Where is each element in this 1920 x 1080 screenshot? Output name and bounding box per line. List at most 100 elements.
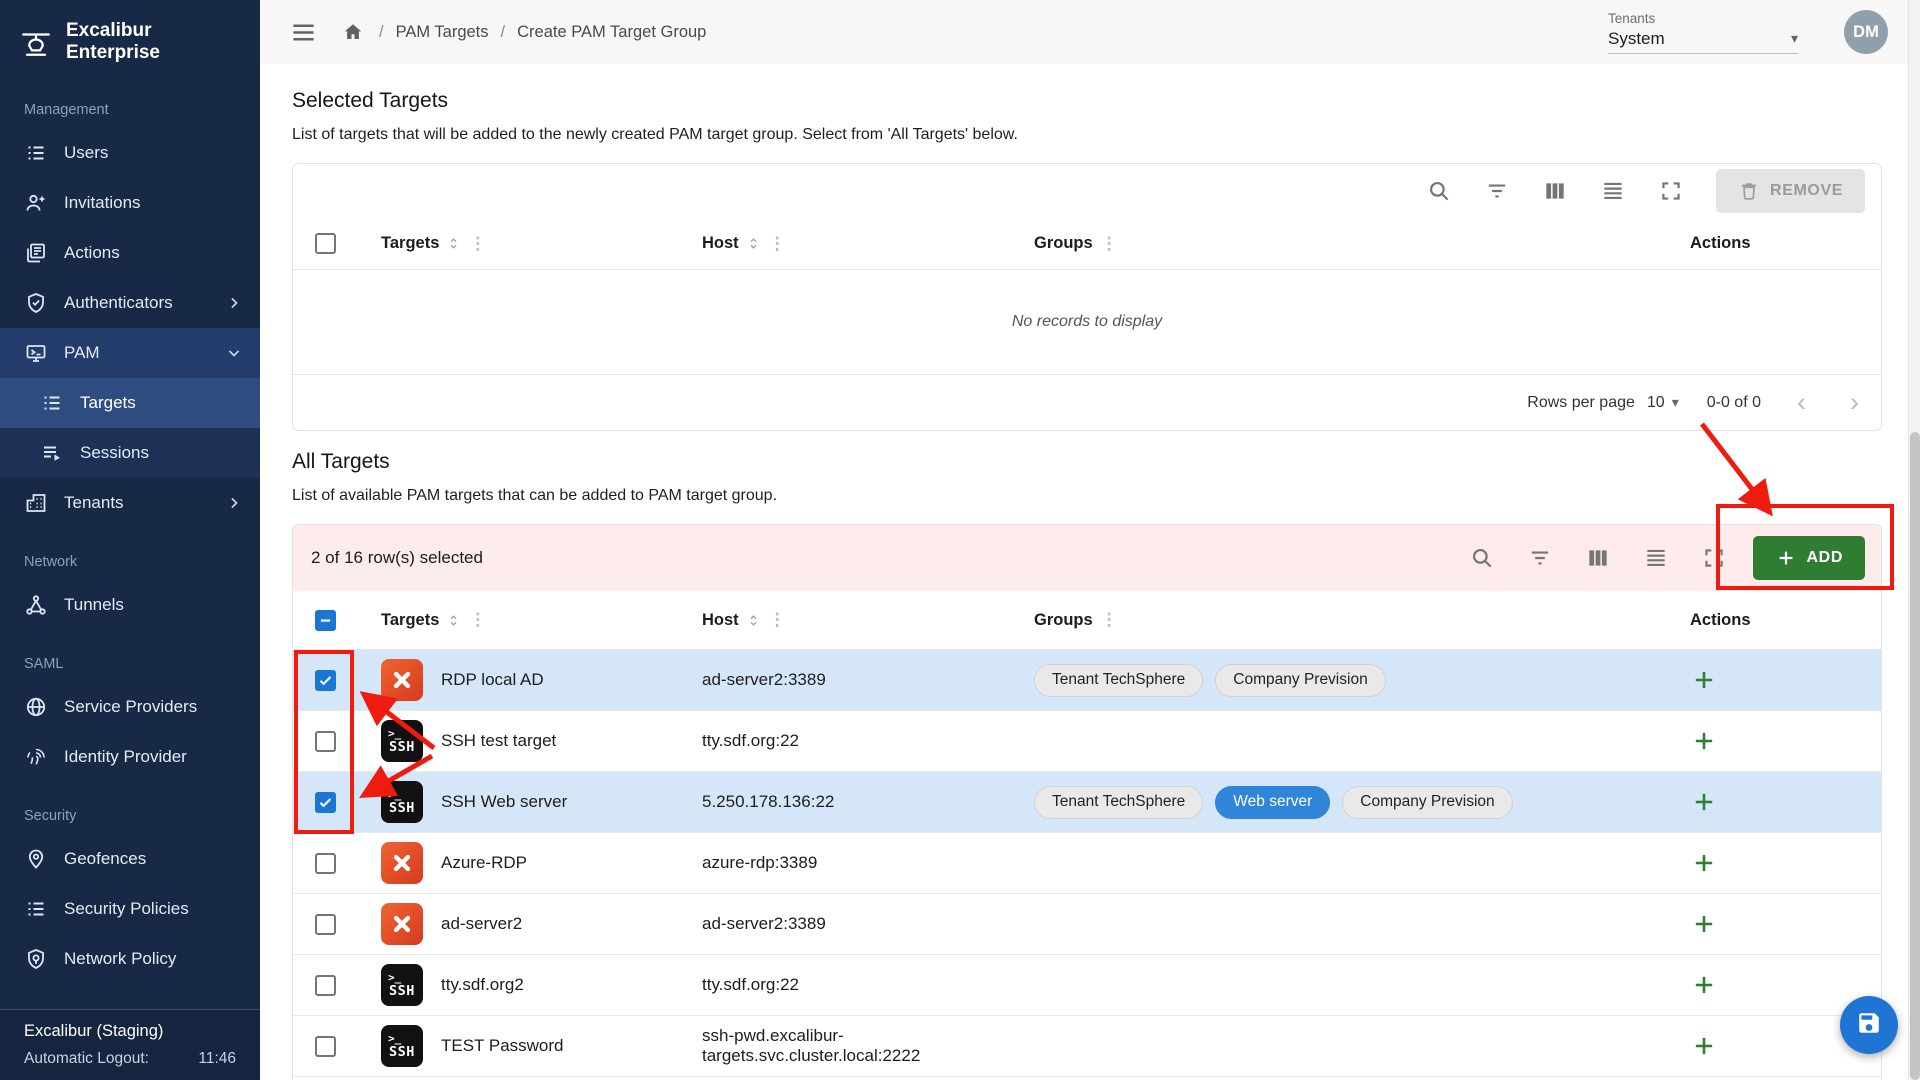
save-fab-button[interactable] xyxy=(1840,996,1898,1054)
row-checkbox[interactable] xyxy=(315,853,336,874)
table-row[interactable]: >_SSH SSH test target tty.sdf.org:22 xyxy=(293,710,1881,771)
add-row-button[interactable] xyxy=(1690,788,1718,816)
sidebar-item-security-policies[interactable]: Security Policies xyxy=(0,884,260,934)
columns-icon[interactable] xyxy=(1585,545,1611,571)
row-checkbox[interactable] xyxy=(315,670,336,691)
column-menu-icon[interactable]: ⋮ xyxy=(469,234,486,254)
select-all-checkbox[interactable] xyxy=(315,610,336,631)
search-icon[interactable] xyxy=(1426,178,1452,204)
density-icon[interactable] xyxy=(1643,545,1669,571)
playlist-play-icon xyxy=(40,441,64,465)
remove-button[interactable]: REMOVE xyxy=(1716,169,1865,213)
density-icon[interactable] xyxy=(1600,178,1626,204)
filter-icon[interactable] xyxy=(1484,178,1510,204)
row-checkbox[interactable] xyxy=(315,1036,336,1057)
fullscreen-icon[interactable] xyxy=(1701,545,1727,571)
row-checkbox[interactable] xyxy=(315,975,336,996)
select-all-checkbox[interactable] xyxy=(315,233,336,254)
table-row[interactable]: RDP local AD ad-server2:3389 Tenant Tech… xyxy=(293,649,1881,710)
selected-targets-description: List of targets that will be added to th… xyxy=(292,125,1882,145)
sidebar-item-network-policy[interactable]: Network Policy xyxy=(0,934,260,984)
avatar[interactable]: DM xyxy=(1844,10,1888,54)
sort-icon[interactable] xyxy=(446,236,461,251)
tenant-select[interactable]: Tenants System ▾ xyxy=(1608,11,1798,54)
sidebar-item-users[interactable]: Users xyxy=(0,128,260,178)
add-row-button[interactable] xyxy=(1690,666,1718,694)
sort-icon[interactable] xyxy=(746,236,761,251)
target-host: ad-server2:3389 xyxy=(702,914,1034,934)
sidebar-item-identity-provider[interactable]: Identity Provider xyxy=(0,732,260,782)
column-header-actions: Actions xyxy=(1690,611,1751,630)
sidebar-item-service-providers[interactable]: Service Providers xyxy=(0,682,260,732)
sidebar-item-authenticators[interactable]: Authenticators xyxy=(0,278,260,328)
add-row-button[interactable] xyxy=(1690,971,1718,999)
selected-targets-table: REMOVE Targets ⋮ Host ⋮ xyxy=(292,163,1882,431)
sidebar-item-pam[interactable]: PAM xyxy=(0,328,260,378)
target-name: RDP local AD xyxy=(441,670,544,690)
search-icon[interactable] xyxy=(1469,545,1495,571)
home-icon[interactable] xyxy=(339,18,367,46)
column-menu-icon[interactable]: ⋮ xyxy=(469,610,486,630)
table-row[interactable]: >_SSH TEST Password ssh-pwd.excalibur-ta… xyxy=(293,1015,1881,1076)
group-chip: Web server xyxy=(1215,786,1330,819)
excalibur-logo-icon xyxy=(18,24,54,60)
table-row[interactable]: >_SSH tty.sdf.org2 tty.sdf.org:22 xyxy=(293,954,1881,1015)
columns-icon[interactable] xyxy=(1542,178,1568,204)
pagination-next-button[interactable]: › xyxy=(1842,389,1867,416)
sidebar-item-geofences[interactable]: Geofences xyxy=(0,834,260,884)
menu-button[interactable] xyxy=(288,17,319,48)
table-row[interactable]: >_SSH SSH Web server 5.250.178.136:22 Te… xyxy=(293,771,1881,832)
target-host: 5.250.178.136:22 xyxy=(702,792,1034,812)
column-header-targets: Targets xyxy=(381,611,439,630)
sidebar-item-tenants[interactable]: Tenants xyxy=(0,478,260,528)
add-button[interactable]: ADD xyxy=(1753,536,1865,580)
pagination-prev-button[interactable]: ‹ xyxy=(1789,389,1814,416)
add-row-button[interactable] xyxy=(1690,849,1718,877)
sidebar-item-actions[interactable]: Actions xyxy=(0,228,260,278)
sidebar-item-invitations[interactable]: Invitations xyxy=(0,178,260,228)
rdp-protocol-icon xyxy=(381,659,423,701)
list-icon xyxy=(24,897,48,921)
target-name: Azure-RDP xyxy=(441,853,527,873)
dropdown-caret-icon: ▾ xyxy=(1791,30,1798,47)
column-header-groups: Groups xyxy=(1034,234,1093,253)
column-menu-icon[interactable]: ⋮ xyxy=(769,234,786,254)
row-checkbox[interactable] xyxy=(315,731,336,752)
breadcrumb-item-current: Create PAM Target Group xyxy=(517,23,706,42)
chevron-right-icon xyxy=(224,293,244,313)
row-checkbox[interactable] xyxy=(315,792,336,813)
fullscreen-icon[interactable] xyxy=(1658,178,1684,204)
sort-icon[interactable] xyxy=(446,613,461,628)
topbar: / PAM Targets / Create PAM Target Group … xyxy=(260,0,1920,64)
column-menu-icon[interactable]: ⋮ xyxy=(1101,610,1118,630)
row-checkbox[interactable] xyxy=(315,914,336,935)
scrollbar-thumb[interactable] xyxy=(1910,432,1920,1080)
brand: Excalibur Enterprise xyxy=(0,0,260,76)
ssh-protocol-icon: >_SSH xyxy=(381,1025,423,1067)
ssh-protocol-icon: >_SSH xyxy=(381,781,423,823)
vertical-scrollbar[interactable] xyxy=(1908,0,1920,1080)
table-row[interactable]: Azure-RDP azure-rdp:3389 xyxy=(293,832,1881,893)
chevron-down-icon xyxy=(224,343,244,363)
sidebar-item-tunnels[interactable]: Tunnels xyxy=(0,580,260,630)
add-row-button[interactable] xyxy=(1690,910,1718,938)
target-name: tty.sdf.org2 xyxy=(441,975,524,995)
column-menu-icon[interactable]: ⋮ xyxy=(769,610,786,630)
filter-icon[interactable] xyxy=(1527,545,1553,571)
sort-icon[interactable] xyxy=(746,613,761,628)
column-menu-icon[interactable]: ⋮ xyxy=(1101,234,1118,254)
target-name: ad-server2 xyxy=(441,914,522,934)
column-header-host: Host xyxy=(702,611,739,630)
breadcrumb-item[interactable]: PAM Targets xyxy=(396,23,489,42)
add-row-button[interactable] xyxy=(1690,727,1718,755)
sidebar-item-sessions[interactable]: Sessions xyxy=(0,428,260,478)
target-host: ssh-pwd.excalibur-targets.svc.cluster.lo… xyxy=(702,1026,1034,1066)
all-targets-title: All Targets xyxy=(292,447,1882,476)
sidebar-item-targets[interactable]: Targets xyxy=(0,378,260,428)
column-header-host: Host xyxy=(702,234,739,253)
add-row-button[interactable] xyxy=(1690,1032,1718,1060)
rows-per-page-select[interactable]: 10 ▾ xyxy=(1647,394,1679,412)
rows-per-page-label: Rows per page xyxy=(1527,394,1635,412)
table-row[interactable]: ad-server2 ad-server2:3389 xyxy=(293,893,1881,954)
column-header-groups: Groups xyxy=(1034,611,1093,630)
